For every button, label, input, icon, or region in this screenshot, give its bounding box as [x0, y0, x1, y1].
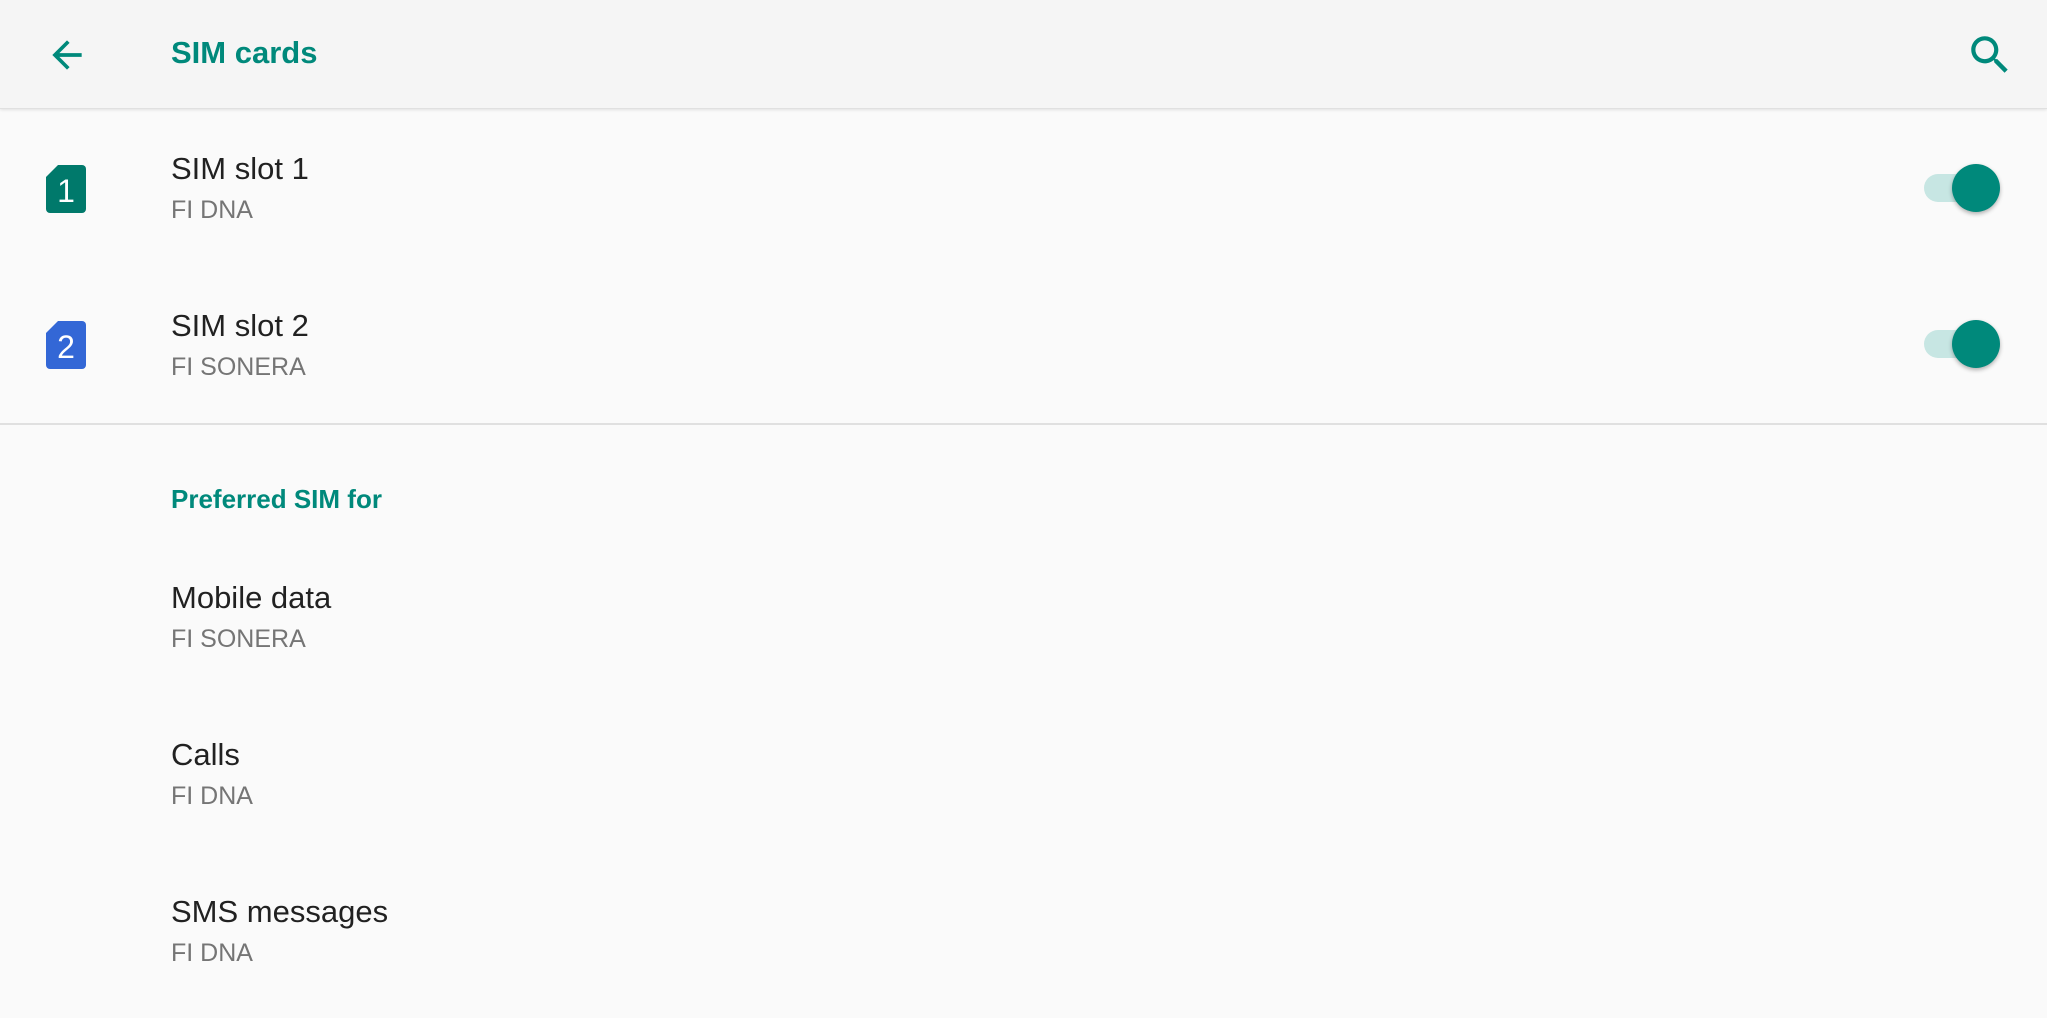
calls-row[interactable]: Calls FI DNA — [0, 695, 2047, 851]
toggle-thumb — [1952, 320, 2000, 368]
sim-slot-2-toggle[interactable] — [1922, 317, 2002, 369]
sim-slot-2-title: SIM slot 2 — [171, 308, 309, 343]
calls-value: FI DNA — [171, 782, 253, 810]
back-button[interactable] — [32, 20, 102, 90]
search-button[interactable] — [1955, 20, 2025, 90]
page-title: SIM cards — [171, 35, 318, 70]
sim-2-number: 2 — [57, 329, 75, 365]
sim-slot-1-toggle[interactable] — [1922, 161, 2002, 213]
sms-messages-value: FI DNA — [171, 939, 253, 967]
preferred-sim-header: Preferred SIM for — [171, 484, 382, 514]
sim-card-2-icon: 2 — [46, 321, 86, 369]
calls-title: Calls — [171, 737, 240, 772]
sim-slot-1-row[interactable]: 1 SIM slot 1 FI DNA — [0, 109, 2047, 265]
mobile-data-title: Mobile data — [171, 580, 332, 615]
mobile-data-value: FI SONERA — [171, 625, 306, 653]
sim-slot-2-carrier: FI SONERA — [171, 353, 306, 381]
sim-slot-2-row[interactable]: 2 SIM slot 2 FI SONERA — [0, 266, 2047, 422]
toolbar: SIM cards — [0, 0, 2047, 109]
search-icon — [1971, 36, 2008, 73]
sim-cards-screen: SIM cards 1 SIM slot 1 FI DNA 2 SIM slot… — [0, 0, 2047, 1018]
sim-slot-1-title: SIM slot 1 — [171, 151, 309, 186]
sim-1-number: 1 — [57, 173, 75, 209]
sim-card-1-icon: 1 — [46, 165, 86, 213]
sim-slot-1-carrier: FI DNA — [171, 196, 253, 224]
mobile-data-row[interactable]: Mobile data FI SONERA — [0, 538, 2047, 694]
arrow-back-icon — [52, 40, 82, 70]
sms-messages-row[interactable]: SMS messages FI DNA — [0, 852, 2047, 1008]
toggle-thumb — [1952, 164, 2000, 212]
sms-messages-title: SMS messages — [171, 894, 389, 929]
section-divider — [0, 423, 2047, 425]
